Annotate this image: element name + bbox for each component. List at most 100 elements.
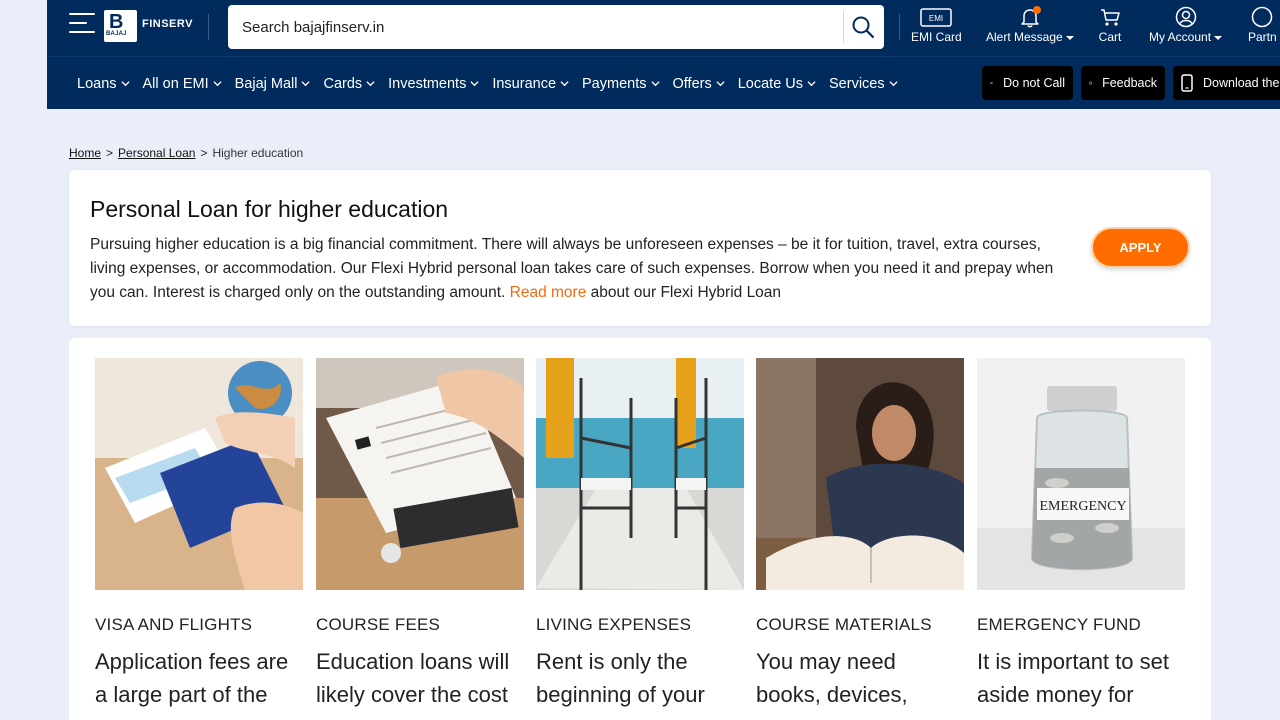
alert-message-label: Alert Message bbox=[986, 30, 1063, 44]
course-fees-image bbox=[316, 358, 524, 590]
logo-text[interactable]: FINSERV bbox=[142, 18, 193, 30]
emi-card-link[interactable]: EMI EMI Card bbox=[911, 6, 962, 44]
cart-label: Cart bbox=[1098, 30, 1122, 44]
chevron-down-icon bbox=[1065, 35, 1074, 40]
card-category: EMERGENCY FUND bbox=[977, 615, 1142, 634]
nav-item-payments[interactable]: Payments bbox=[582, 75, 660, 92]
chevron-down-icon bbox=[366, 81, 375, 87]
chevron-down-icon bbox=[889, 81, 898, 87]
do-not-call-button[interactable]: Do not Call bbox=[982, 66, 1073, 100]
card-category: VISA AND FLIGHTS bbox=[95, 615, 253, 634]
feedback-label: Feedback bbox=[1102, 76, 1157, 90]
nav-item-investments[interactable]: Investments bbox=[388, 76, 479, 92]
nav-item-insurance[interactable]: Insurance bbox=[492, 76, 569, 92]
breadcrumb-personal-loan-link[interactable]: Personal Loan bbox=[118, 146, 195, 160]
breadcrumb: Home > Personal Loan > Higher education bbox=[69, 146, 303, 160]
card-category: COURSE FEES bbox=[316, 615, 441, 634]
nav-item-label: Services bbox=[829, 75, 885, 92]
card-visa-and-flights[interactable]: VISA AND FLIGHTS Application fees are a … bbox=[95, 358, 303, 707]
nav-item-label: Cards bbox=[323, 75, 363, 92]
top-header: B BAJAJ FINSERV EMI EMI Card Alert Messa… bbox=[47, 0, 1280, 56]
intro-text: Pursuing higher education is a big finan… bbox=[90, 233, 1080, 305]
nav-item-label: Bajaj Mall bbox=[234, 75, 298, 92]
jar-label: EMERGENCY bbox=[1039, 499, 1126, 514]
card-emergency-fund[interactable]: EMERGENCY EMERGENCY FUND It is important… bbox=[977, 358, 1185, 707]
chevron-down-icon bbox=[120, 81, 130, 87]
read-more-link[interactable]: Read more bbox=[510, 284, 587, 301]
emi-card-label: EMI Card bbox=[911, 30, 962, 44]
card-description: It is important to set aside money for bbox=[977, 649, 1169, 707]
nav-item-locate-us[interactable]: Locate Us bbox=[738, 76, 816, 92]
feedback-button[interactable]: Feedback bbox=[1081, 66, 1165, 100]
card-course-fees[interactable]: COURSE FEES Education loans will likely … bbox=[316, 358, 524, 707]
apply-button[interactable]: APPLY bbox=[1091, 227, 1190, 268]
chevron-down-icon bbox=[1214, 35, 1223, 40]
page-title: Personal Loan for higher education bbox=[90, 196, 449, 222]
emi-badge-text: EMI bbox=[929, 14, 943, 23]
breadcrumb-current: Higher education bbox=[212, 146, 304, 160]
do-not-call-label: Do not Call bbox=[1003, 76, 1065, 90]
card-living-expenses[interactable]: LIVING EXPENSES Rent is only the beginni… bbox=[536, 358, 744, 707]
visa-flights-image bbox=[95, 358, 303, 590]
bell-icon bbox=[1021, 6, 1041, 28]
hamburger-menu-icon[interactable] bbox=[69, 13, 95, 35]
cart-icon bbox=[1101, 9, 1120, 26]
nav-item-services[interactable]: Services bbox=[829, 76, 898, 92]
intro-body-tail: about our Flexi Hybrid Loan bbox=[586, 284, 782, 301]
search-icon[interactable] bbox=[851, 15, 875, 39]
card-category: LIVING EXPENSES bbox=[536, 615, 692, 634]
card-description: Education loans will likely cover the co… bbox=[316, 649, 510, 707]
nav-item-label: Investments bbox=[388, 75, 467, 92]
divider bbox=[208, 14, 209, 40]
breadcrumb-separator: > bbox=[200, 146, 208, 160]
card-description: Rent is only the beginning of your bbox=[536, 649, 705, 707]
bajaj-logo[interactable]: B BAJAJ bbox=[104, 10, 137, 42]
nav-item-label: Offers bbox=[672, 75, 712, 92]
course-materials-image bbox=[756, 358, 964, 590]
living-expenses-image bbox=[536, 358, 744, 590]
chevron-down-icon bbox=[470, 81, 479, 87]
chevron-down-icon bbox=[560, 81, 569, 87]
nav-item-label: Locate Us bbox=[737, 75, 804, 92]
download-app-label: Download the bbox=[1203, 76, 1280, 90]
phone-blocked-icon bbox=[990, 81, 993, 85]
nav-item-label: Insurance bbox=[492, 75, 557, 92]
card-description: You may need books, devices, bbox=[756, 649, 908, 707]
nav-item-loans[interactable]: Loans bbox=[77, 76, 130, 92]
nav-item-label: Loans bbox=[77, 75, 117, 92]
nav-item-cards[interactable]: Cards bbox=[323, 76, 375, 92]
chevron-down-icon bbox=[301, 81, 311, 87]
chevron-down-icon bbox=[716, 81, 725, 87]
alert-message-link[interactable]: Alert Message bbox=[986, 6, 1074, 44]
nav-item-offers[interactable]: Offers bbox=[673, 76, 725, 92]
intro-card: Personal Loan for higher education Pursu… bbox=[69, 170, 1211, 326]
divider bbox=[899, 14, 900, 40]
nav-item-label: All on EMI bbox=[142, 75, 209, 92]
partner-link[interactable]: Partn bbox=[1248, 6, 1277, 44]
search-input[interactable] bbox=[242, 5, 832, 49]
use-cases-panel: VISA AND FLIGHTS Application fees are a … bbox=[69, 338, 1211, 720]
emi-card-icon: EMI bbox=[920, 8, 953, 27]
feedback-icon bbox=[1089, 81, 1093, 85]
chevron-down-icon bbox=[213, 81, 222, 87]
partner-label: Partn bbox=[1248, 30, 1277, 44]
main-nav: Loans All on EMI Bajaj Mall Cards Investment… bbox=[47, 56, 1280, 109]
logo-sub: BAJAJ bbox=[106, 31, 127, 37]
nav-menu: Loans All on EMI Bajaj Mall Cards Investment… bbox=[77, 57, 911, 110]
nav-item-all-on-emi[interactable]: All on EMI bbox=[143, 76, 222, 92]
nav-item-bajaj-mall[interactable]: Bajaj Mall bbox=[235, 76, 311, 92]
my-account-link[interactable]: My Account bbox=[1149, 6, 1223, 44]
mobile-phone-icon bbox=[1181, 74, 1193, 92]
search-bar bbox=[228, 5, 884, 49]
partner-icon bbox=[1252, 6, 1273, 28]
emergency-fund-image: EMERGENCY bbox=[977, 358, 1185, 590]
card-course-materials[interactable]: COURSE MATERIALS You may need books, dev… bbox=[756, 358, 964, 707]
nav-item-label: Payments bbox=[582, 75, 647, 92]
chevron-down-icon bbox=[650, 81, 660, 87]
cart-link[interactable]: Cart bbox=[1098, 6, 1122, 44]
card-description: Application fees are a large part of the bbox=[95, 649, 289, 707]
divider bbox=[843, 11, 844, 43]
card-category: COURSE MATERIALS bbox=[756, 615, 932, 634]
download-app-button[interactable]: Download the bbox=[1173, 66, 1280, 100]
breadcrumb-home-link[interactable]: Home bbox=[69, 146, 101, 160]
